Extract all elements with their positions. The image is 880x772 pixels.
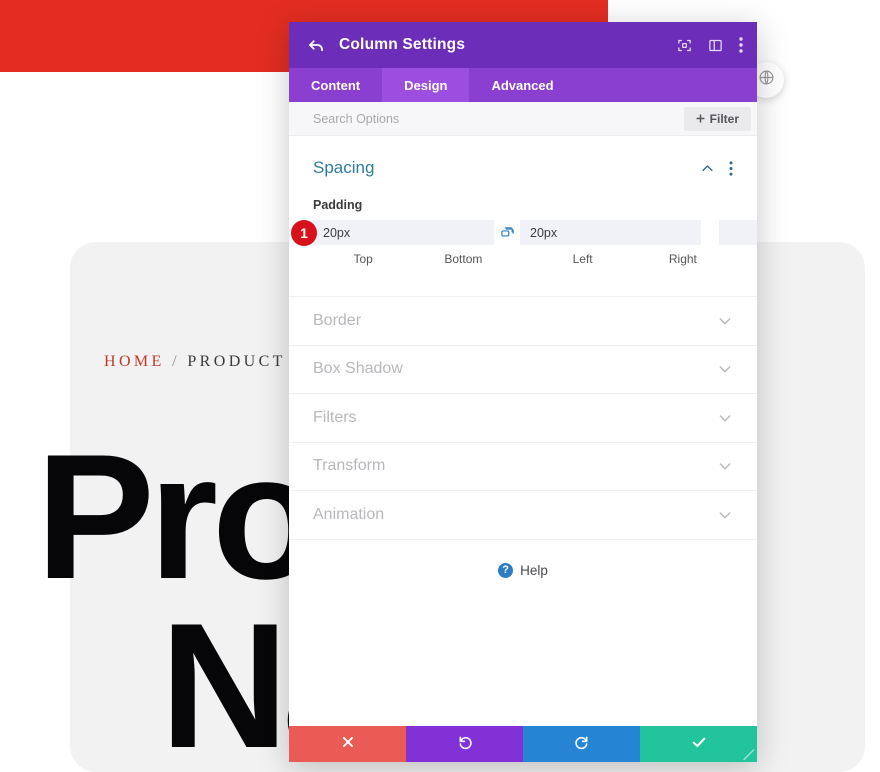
section-transform[interactable]: Transform — [289, 441, 757, 491]
layout-panel-icon[interactable] — [708, 38, 723, 53]
padding-left-caption: Left — [572, 252, 593, 266]
link-connected-icon[interactable] — [494, 225, 520, 240]
padding-label: Padding — [313, 198, 363, 212]
modal-body: Spacing Padding 1 20px 20px Top Bottom L… — [289, 136, 757, 726]
close-x-icon — [341, 735, 355, 754]
tab-advanced[interactable]: Advanced — [469, 68, 575, 102]
section-animation[interactable]: Animation — [289, 490, 757, 539]
section-border-label: Border — [313, 311, 362, 329]
breadcrumb: HOME / PRODUCT — [104, 353, 286, 371]
undo-button[interactable] — [406, 726, 523, 762]
help-link[interactable]: ? Help — [289, 538, 757, 601]
section-box-shadow-label: Box Shadow — [313, 360, 403, 378]
plus-icon — [696, 112, 705, 126]
more-options-icon[interactable] — [739, 37, 743, 53]
chevron-down-icon — [717, 410, 733, 426]
padding-left-right-group — [719, 220, 757, 245]
modal-header: Column Settings — [289, 22, 757, 68]
breadcrumb-separator: / — [164, 353, 188, 370]
chevron-down-icon — [717, 313, 733, 329]
tab-content[interactable]: Content — [289, 68, 382, 102]
spacing-panel: Spacing Padding 1 20px 20px Top Bottom L… — [289, 136, 757, 270]
padding-row: 1 — [291, 219, 757, 246]
checkmark-icon — [691, 734, 707, 755]
breadcrumb-home[interactable]: HOME — [104, 353, 165, 370]
filter-button-label: Filter — [709, 111, 739, 126]
modal-title: Column Settings — [339, 36, 466, 53]
padding-top-caption: Top — [353, 252, 373, 266]
focus-target-icon[interactable] — [677, 38, 692, 53]
padding-top-bottom-group — [313, 220, 701, 245]
step-badge-1: 1 — [291, 219, 317, 246]
question-mark-icon: ? — [498, 562, 514, 578]
redo-arrow-icon — [574, 734, 590, 755]
filter-button[interactable]: Filter — [683, 106, 751, 131]
section-border[interactable]: Border — [289, 296, 757, 345]
screen: HOME / PRODUCT Product Name Column Setti… — [0, 0, 880, 772]
chevron-down-icon — [717, 361, 733, 377]
section-filters[interactable]: Filters — [289, 393, 757, 442]
help-label: Help — [520, 562, 548, 578]
padding-bottom-caption: Bottom — [444, 252, 483, 266]
resize-handle-icon[interactable] — [741, 747, 755, 761]
column-settings-modal: Column Settings Content Design Advanced … — [289, 22, 757, 762]
search-input[interactable] — [313, 111, 684, 126]
section-filters-label: Filters — [313, 408, 357, 426]
more-options-icon[interactable] — [729, 160, 733, 176]
save-button[interactable] — [640, 726, 757, 762]
padding-top-input[interactable] — [313, 220, 494, 245]
modal-tabs: Content Design Advanced — [289, 68, 757, 102]
redo-button[interactable] — [523, 726, 640, 762]
padding-left-input[interactable] — [719, 220, 757, 245]
tab-design[interactable]: Design — [382, 68, 470, 102]
chevron-down-icon — [717, 458, 733, 474]
modal-footer — [289, 726, 757, 762]
breadcrumb-current: PRODUCT — [187, 353, 286, 370]
undo-arrow-icon — [457, 734, 473, 755]
search-row: Filter — [289, 102, 757, 136]
globe-icon — [758, 69, 775, 91]
section-transform-label: Transform — [313, 457, 386, 475]
back-arrow-icon[interactable] — [307, 36, 325, 54]
padding-captions: Top Bottom Left Right — [313, 252, 733, 266]
cancel-button[interactable] — [289, 726, 406, 762]
section-animation-label: Animation — [313, 505, 385, 523]
spacing-title: Spacing — [313, 158, 375, 177]
modal-header-actions — [677, 37, 743, 53]
padding-bottom-input[interactable] — [520, 220, 701, 245]
chevron-up-icon[interactable] — [700, 161, 715, 176]
padding-right-caption: Right — [668, 252, 697, 266]
section-box-shadow[interactable]: Box Shadow — [289, 344, 757, 394]
chevron-down-icon — [717, 507, 733, 523]
spacing-header: Spacing — [313, 158, 733, 178]
